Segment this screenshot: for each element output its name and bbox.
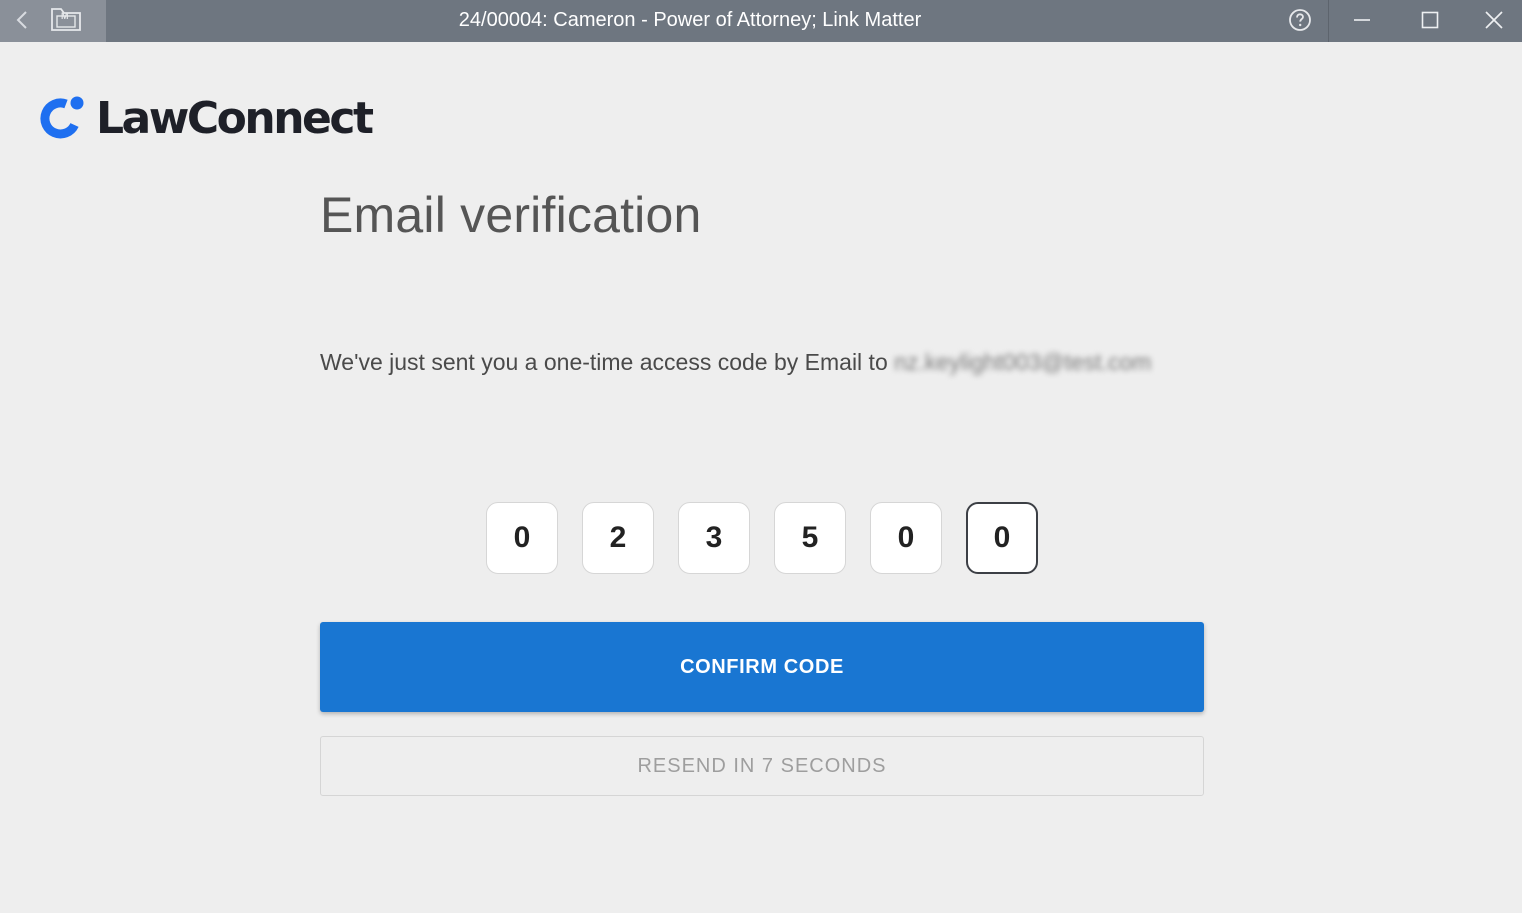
maximize-icon: [1421, 11, 1439, 29]
code-digit-2[interactable]: 2: [582, 502, 654, 574]
brand-name: LawConnect: [96, 92, 374, 144]
code-digit-4[interactable]: 5: [774, 502, 846, 574]
window-titlebar: M 24/00004: Cameron - Power of Attorney;…: [0, 0, 1522, 42]
back-icon[interactable]: [10, 6, 34, 34]
code-digit-5[interactable]: 0: [870, 502, 942, 574]
maximize-button[interactable]: [1398, 0, 1462, 40]
code-digit-6[interactable]: 0: [966, 502, 1038, 574]
lawconnect-logo-icon: [40, 96, 84, 139]
code-input-group: 0 2 3 5 0 0: [486, 502, 1038, 574]
lawconnect-logo: LawConnect: [38, 92, 374, 144]
verification-message: We've just sent you a one-time access co…: [320, 349, 1151, 376]
code-digit-1[interactable]: 0: [486, 502, 558, 574]
verification-message-text: We've just sent you a one-time access co…: [320, 349, 888, 375]
titlebar-separator: [1328, 0, 1329, 42]
recipient-email: nz.keylight003@test.com: [894, 349, 1152, 375]
matter-icon-letter: M: [61, 11, 69, 21]
window-title: 24/00004: Cameron - Power of Attorney; L…: [458, 9, 922, 31]
minimize-button[interactable]: [1330, 0, 1394, 40]
code-digit-3[interactable]: 3: [678, 502, 750, 574]
close-icon: [1485, 11, 1503, 29]
minimize-icon: [1354, 19, 1370, 21]
matter-folder-icon[interactable]: M: [48, 4, 84, 34]
resend-code-button[interactable]: RESEND IN 7 SECONDS: [320, 736, 1204, 796]
help-icon[interactable]: [1286, 6, 1314, 34]
page-title: Email verification: [320, 187, 702, 243]
confirm-code-button[interactable]: CONFIRM CODE: [320, 622, 1204, 712]
close-button[interactable]: [1466, 0, 1522, 40]
titlebar-nav-area: M: [0, 0, 106, 42]
